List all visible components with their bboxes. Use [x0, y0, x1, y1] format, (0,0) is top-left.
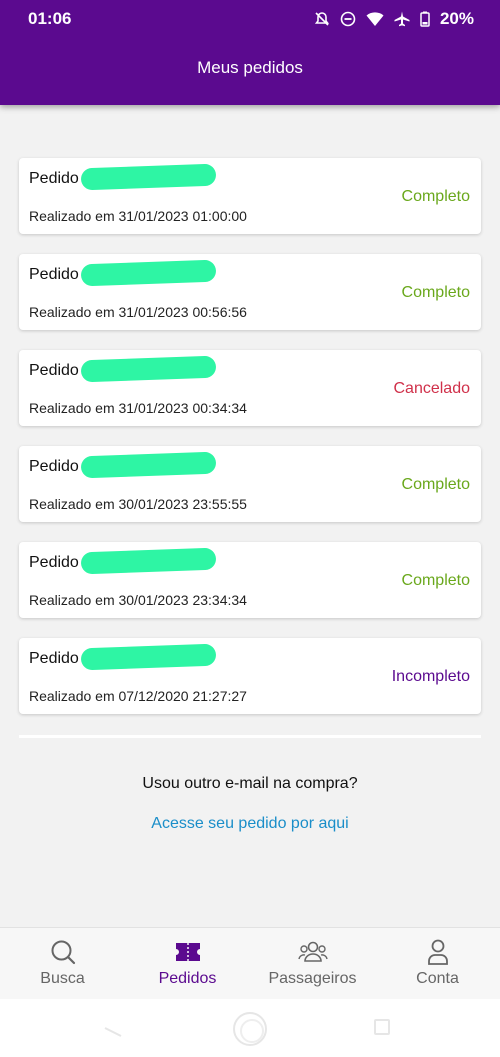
order-card[interactable]: Pedido Realizado em 07/12/2020 21:27:27 … — [19, 638, 481, 714]
order-card[interactable]: Pedido Realizado em 30/01/2023 23:34:34 … — [19, 542, 481, 618]
search-icon — [49, 938, 77, 966]
order-date: Realizado em 07/12/2020 21:27:27 — [29, 688, 247, 704]
account-icon — [425, 938, 451, 966]
order-name: Pedido — [29, 458, 79, 475]
order-card[interactable]: Pedido Realizado em 30/01/2023 23:55:55 … — [19, 446, 481, 522]
nav-label: Busca — [40, 970, 85, 987]
order-date: Realizado em 31/01/2023 01:00:00 — [29, 208, 247, 224]
order-card[interactable]: Pedido Realizado em 31/01/2023 00:56:56 … — [19, 254, 481, 330]
nav-item-busca[interactable]: Busca — [0, 928, 125, 999]
battery-percentage: 20% — [439, 9, 474, 28]
notifications-off-icon — [314, 11, 330, 27]
access-order-link[interactable]: Acesse seu pedido por aqui — [0, 815, 500, 833]
status-icons: 20% — [314, 9, 474, 29]
order-date: Realizado em 30/01/2023 23:34:34 — [29, 592, 247, 608]
orders-list: Pedido Realizado em 31/01/2023 01:00:00 … — [19, 158, 481, 734]
order-status: Completo — [401, 572, 470, 589]
order-status: Incompleto — [391, 668, 470, 685]
order-status: Completo — [401, 188, 470, 205]
nav-label: Passageiros — [268, 970, 357, 987]
nav-item-passageiros[interactable]: Passageiros — [250, 928, 375, 999]
order-name: Pedido — [29, 554, 79, 571]
nav-label: Pedidos — [158, 970, 217, 987]
redaction-mark — [80, 163, 217, 191]
order-status: Cancelado — [393, 380, 471, 397]
page-title: Meus pedidos — [197, 58, 303, 77]
home-icon[interactable] — [233, 1012, 267, 1046]
order-name: Pedido — [29, 170, 79, 187]
redaction-mark — [80, 643, 217, 671]
order-status: Completo — [401, 284, 470, 301]
order-name: Pedido — [29, 362, 79, 379]
status-bar: 01:06 20% — [0, 0, 500, 38]
system-navigation-bar — [0, 999, 500, 1057]
redaction-mark — [80, 547, 217, 575]
order-name: Pedido — [29, 650, 79, 667]
app-header: 01:06 20% Meus pedidos — [0, 0, 500, 105]
bottom-navigation: Busca Pedidos Passageiros Conta — [0, 927, 500, 999]
recent-apps-icon[interactable] — [374, 1019, 390, 1035]
nav-item-conta[interactable]: Conta — [375, 928, 500, 999]
order-date: Realizado em 30/01/2023 23:55:55 — [29, 496, 247, 512]
nav-label: Conta — [416, 970, 459, 987]
wifi-icon — [366, 11, 384, 27]
redaction-mark — [80, 259, 217, 287]
list-divider — [19, 735, 481, 738]
order-card[interactable]: Pedido Realizado em 31/01/2023 00:34:34 … — [19, 350, 481, 426]
order-date: Realizado em 31/01/2023 00:34:34 — [29, 400, 247, 416]
order-name: Pedido — [29, 266, 79, 283]
order-date: Realizado em 31/01/2023 00:56:56 — [29, 304, 247, 320]
back-icon[interactable] — [103, 1019, 123, 1042]
redaction-mark — [80, 451, 217, 479]
passengers-icon — [297, 938, 328, 966]
do-not-disturb-icon — [340, 11, 356, 27]
ticket-icon — [174, 938, 202, 966]
airplane-mode-icon — [394, 11, 410, 27]
nav-item-pedidos[interactable]: Pedidos — [125, 928, 250, 999]
order-card[interactable]: Pedido Realizado em 31/01/2023 01:00:00 … — [19, 158, 481, 234]
order-status: Completo — [401, 476, 470, 493]
other-email-prompt: Usou outro e-mail na compra? — [142, 775, 358, 792]
redaction-mark — [80, 355, 217, 383]
battery-icon — [420, 11, 430, 27]
status-time: 01:06 — [28, 9, 72, 28]
